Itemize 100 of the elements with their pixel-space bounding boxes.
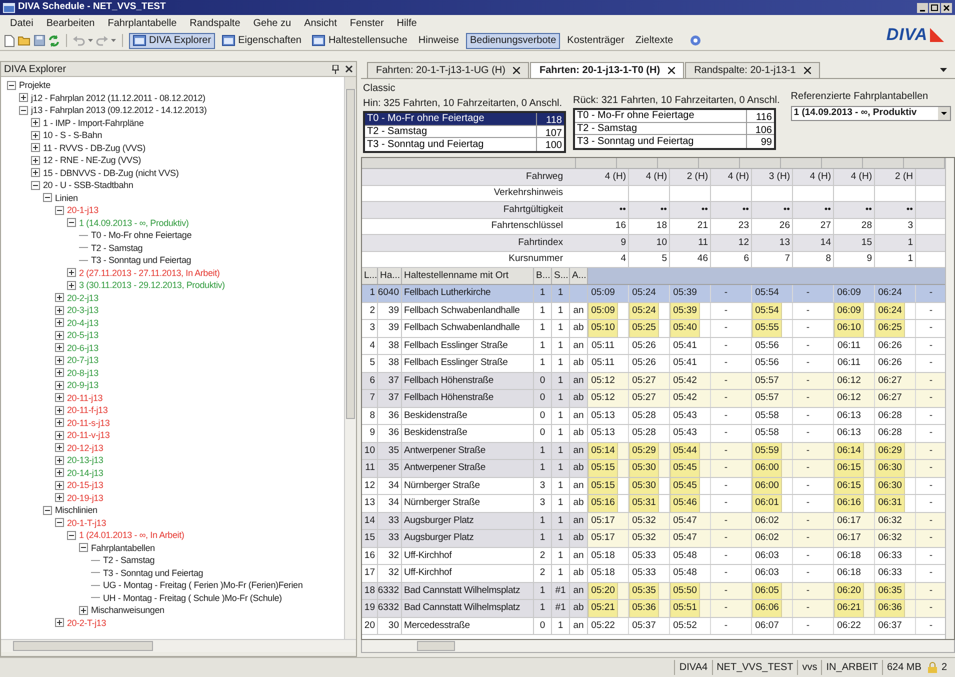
menu-item[interactable]: Fenster — [350, 16, 384, 31]
tree-item[interactable]: 15 - DBNVVS - DB-Zug (nicht VVS) — [43, 166, 179, 179]
time-cell[interactable]: - — [793, 442, 823, 459]
time-cell[interactable]: 05:24 — [629, 302, 659, 319]
time-cell[interactable]: 05:22 — [588, 618, 618, 634]
time-cell[interactable]: - — [793, 600, 823, 616]
time-cell[interactable]: 05:13 — [588, 408, 618, 424]
expand-toggle[interactable] — [31, 118, 40, 128]
tree-item[interactable]: 20-2-j13 — [67, 292, 98, 304]
time-cell[interactable]: - — [916, 390, 945, 406]
expand-toggle[interactable] — [55, 380, 64, 390]
time-cell[interactable]: 05:17 — [588, 530, 618, 546]
toolbar-button[interactable]: Haltestellensuche — [308, 32, 412, 49]
time-cell[interactable]: 05:54 — [752, 285, 782, 302]
close-icon[interactable] — [668, 67, 676, 74]
time-cell[interactable]: - — [711, 530, 741, 546]
time-cell[interactable]: 05:59 — [752, 442, 782, 459]
time-cell[interactable]: - — [793, 565, 823, 582]
time-cell[interactable]: 06:30 — [875, 478, 905, 494]
list-item[interactable]: T0 - Mo-Fr ohne Feiertage 118 — [365, 113, 564, 126]
time-cell[interactable]: 06:15 — [834, 460, 864, 476]
time-cell[interactable]: - — [916, 302, 945, 319]
time-cell[interactable]: 06:22 — [834, 618, 864, 634]
time-cell[interactable]: 05:56 — [752, 338, 782, 354]
time-cell[interactable]: - — [711, 338, 741, 354]
tree-item[interactable]: 20-6-j13 — [67, 342, 98, 354]
tree-item[interactable]: 20-8-j13 — [67, 366, 98, 379]
time-cell[interactable]: - — [916, 355, 945, 372]
time-cell[interactable]: 05:30 — [629, 460, 659, 476]
dropdown-icon[interactable] — [938, 107, 950, 120]
time-cell[interactable]: 05:21 — [588, 600, 618, 616]
time-cell[interactable]: 05:41 — [670, 355, 700, 372]
time-cell[interactable]: - — [711, 600, 741, 616]
tree-item[interactable]: 20-1-j13 — [67, 204, 98, 216]
time-cell[interactable]: 05:58 — [752, 425, 782, 442]
time-cell[interactable]: 05:26 — [629, 338, 659, 354]
time-cell[interactable]: 05:15 — [588, 460, 618, 476]
time-cell[interactable]: 06:18 — [834, 548, 864, 564]
expand-toggle[interactable] — [19, 93, 28, 102]
time-cell[interactable]: - — [916, 512, 945, 529]
time-cell[interactable]: 05:39 — [670, 302, 700, 319]
time-cell[interactable]: 05:50 — [670, 582, 700, 599]
time-cell[interactable]: - — [711, 408, 741, 424]
time-cell[interactable]: 06:30 — [875, 460, 905, 476]
expand-toggle[interactable] — [55, 306, 64, 315]
time-cell[interactable]: 05:36 — [629, 600, 659, 616]
time-cell[interactable]: 05:33 — [629, 548, 659, 564]
dropdown-icon[interactable] — [940, 68, 947, 72]
time-cell[interactable]: - — [916, 530, 945, 546]
time-cell[interactable]: 06:02 — [752, 530, 782, 546]
tab[interactable]: Fahrten: 20-1-T-j13-1-UG (H) — [367, 62, 530, 78]
tree-item[interactable]: 20-12-j13 — [67, 442, 104, 454]
reference-select[interactable]: 1 (14.09.2013 - ∞, Produktiv — [790, 106, 951, 121]
time-cell[interactable]: 05:28 — [629, 408, 659, 424]
time-cell[interactable]: 05:18 — [588, 565, 618, 582]
time-cell[interactable]: - — [793, 355, 823, 372]
tree-item[interactable]: 20-11-j13 — [67, 392, 103, 404]
expand-toggle[interactable] — [19, 106, 28, 115]
time-cell[interactable]: 06:03 — [752, 548, 782, 564]
tree-item[interactable]: Projekte — [19, 79, 50, 92]
time-cell[interactable]: 06:33 — [875, 565, 905, 582]
expand-toggle[interactable] — [31, 143, 40, 152]
expand-toggle[interactable] — [43, 506, 52, 515]
open-folder-icon[interactable] — [18, 35, 31, 46]
toolbar-button[interactable]: Zieltexte — [631, 32, 678, 49]
time-cell[interactable]: 05:42 — [670, 372, 700, 389]
expand-toggle[interactable] — [55, 318, 64, 328]
table-row[interactable]: 6 37 Fellbach Höhenstraße 0 1 an 05:12 05:27 05:42 - 05:57 - 06:12 06:27 - — [362, 372, 945, 390]
time-cell[interactable]: 06:24 — [875, 302, 905, 319]
time-cell[interactable]: - — [793, 285, 823, 302]
table-row[interactable]: 2 39 Fellbach Schwabenlandhalle 1 1 an 05:09 05:24 05:39 - 05:54 - 06:09 06:24 - — [362, 302, 945, 320]
time-cell[interactable]: 06:12 — [834, 372, 864, 389]
table-row[interactable]: 11 35 Antwerpener Straße 1 1 ab 05:15 05:30 05:45 - 06:00 - 06:15 06:30 - — [362, 460, 945, 478]
expand-toggle[interactable] — [31, 156, 40, 165]
time-cell[interactable]: - — [711, 390, 741, 406]
time-cell[interactable]: 06:20 — [834, 582, 864, 599]
save-icon[interactable] — [34, 35, 45, 46]
time-cell[interactable]: 05:56 — [752, 355, 782, 372]
time-cell[interactable]: - — [711, 512, 741, 529]
expand-toggle[interactable] — [55, 418, 64, 428]
time-cell[interactable]: - — [916, 425, 945, 442]
menu-item[interactable]: Randspalte — [190, 16, 240, 31]
expand-toggle[interactable] — [55, 330, 64, 340]
tree-item[interactable]: 20 - U - SSB-Stadtbahn — [43, 179, 134, 192]
time-cell[interactable]: 05:40 — [670, 320, 700, 336]
time-cell[interactable]: 05:51 — [670, 600, 700, 616]
tree-item[interactable]: 20-4-j13 — [67, 316, 98, 329]
tree-item[interactable]: T0 - Mo-Fr ohne Feiertage — [91, 229, 192, 242]
time-cell[interactable]: - — [711, 442, 741, 459]
tab[interactable]: Fahrten: 20-1-j13-1-T0 (H) — [530, 62, 684, 78]
time-cell[interactable]: 05:45 — [670, 478, 700, 494]
menu-item[interactable]: Gehe zu — [253, 16, 292, 31]
time-cell[interactable]: 05:48 — [670, 565, 700, 582]
time-cell[interactable]: 06:27 — [875, 390, 905, 406]
time-cell[interactable]: 05:54 — [752, 302, 782, 319]
expand-toggle[interactable] — [31, 168, 40, 178]
time-cell[interactable]: 05:57 — [752, 390, 782, 406]
column-header[interactable]: Haltestellenname mit Ort — [402, 268, 534, 284]
tree-item[interactable]: 20-2-T-j13 — [67, 616, 106, 629]
minimize-icon[interactable] — [917, 2, 928, 12]
